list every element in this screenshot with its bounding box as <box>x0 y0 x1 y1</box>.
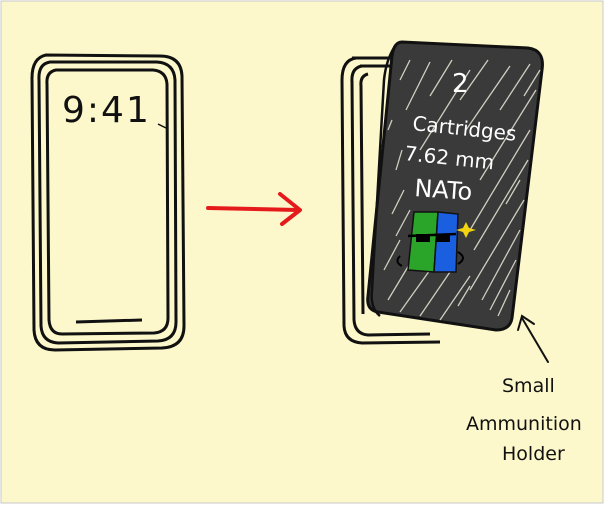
phone-clock-text: 9:41 <box>62 90 151 131</box>
annotation-line-3: Holder <box>502 443 565 465</box>
cover-text-line-4: NATo <box>414 174 474 206</box>
cover-text-line-1: 2 <box>452 69 469 99</box>
annotation-line-2: Ammunition <box>466 413 582 435</box>
annotation-line-1: Small <box>502 375 555 397</box>
drawing-canvas: 9:41 2 Cartridges 7.62 mm NATo Small Amm… <box>0 0 605 505</box>
drawing-svg: 9:41 2 Cartridges 7.62 mm NATo Small Amm… <box>0 0 604 504</box>
ammo-cover-case: 2 Cartridges 7.62 mm NATo <box>366 40 544 332</box>
